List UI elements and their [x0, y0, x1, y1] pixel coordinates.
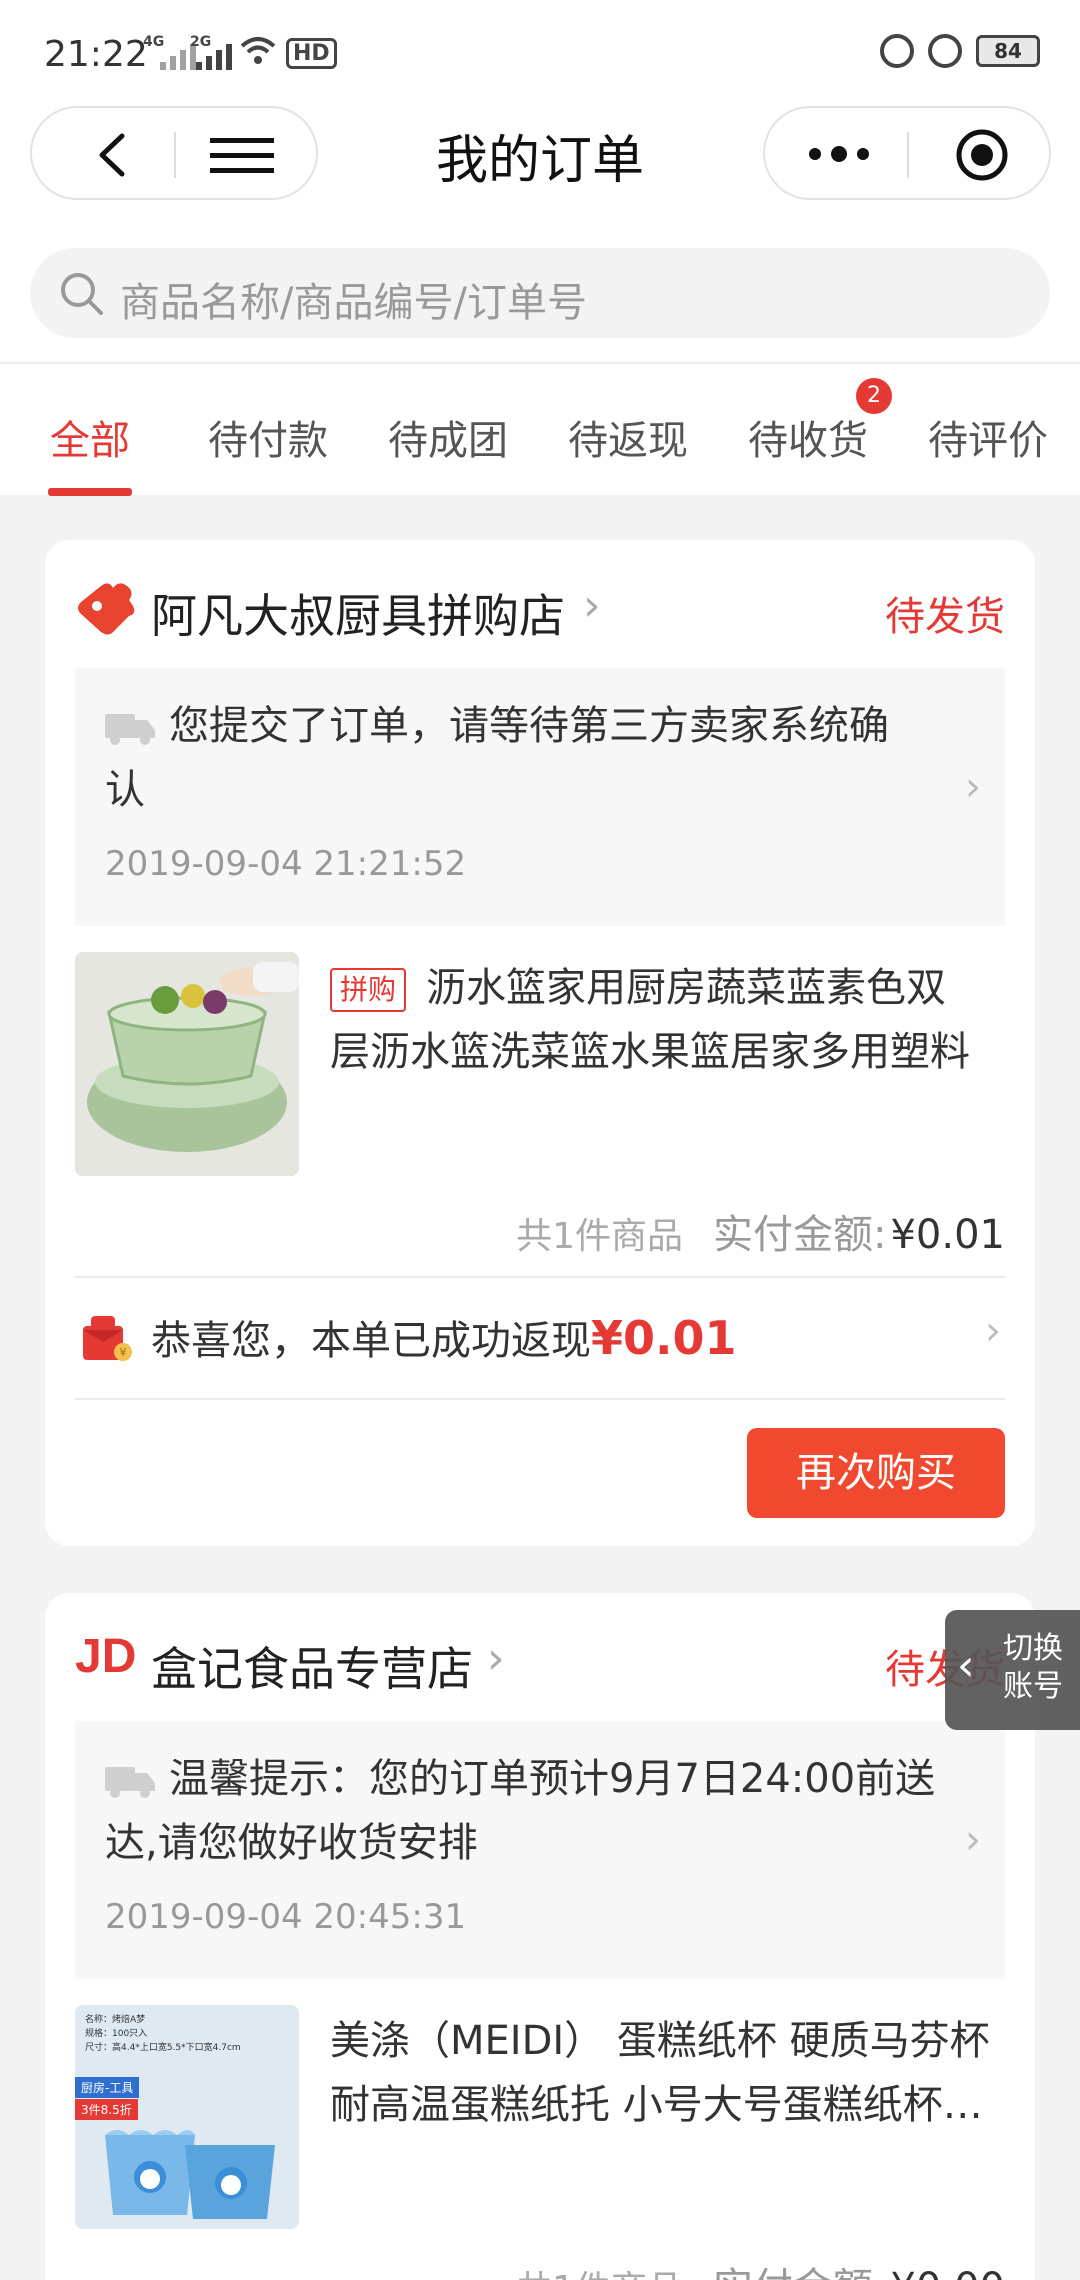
notice-chevron-icon: › [965, 1817, 981, 1863]
lock-rotation-icon [880, 34, 914, 68]
notice-chevron-icon: › [965, 764, 981, 810]
search-icon [61, 273, 103, 315]
switch-account-line1: 切换 [1003, 1631, 1063, 1666]
product-title-line1: 沥水篮家用厨房蔬菜蓝素色双 [426, 965, 947, 1011]
battery-icon: 84 [976, 35, 1040, 67]
buy-again-button[interactable]: 再次购买 [747, 1428, 1005, 1518]
cashback-text: 恭喜您，本单已成功返现¥0.01 [151, 1308, 737, 1366]
tab-badge: 2 [856, 378, 892, 414]
truck-icon [105, 1767, 155, 1798]
notice-timestamp: 2019-09-04 21:21:52 [105, 844, 467, 884]
chevron-left-icon: ‹ [957, 1640, 975, 1691]
group-buy-tag: 拼购 [330, 968, 407, 1012]
cashback-chevron-icon: › [985, 1308, 1001, 1354]
product-title-line2: 耐高温蛋糕纸托 小号大号蛋糕纸杯烘焙 [330, 2082, 1010, 2128]
notice-timestamp: 2019-09-04 20:45:31 [105, 1897, 467, 1937]
notice-text-line2: 达,请您做好收货安排 [105, 1820, 478, 1866]
colander-image-icon [75, 952, 299, 1176]
active-tab-indicator [48, 488, 132, 496]
paid-amount: ¥0.00 [890, 2265, 1005, 2280]
header-area: 21:22 4G 2G HD 84 我的订单 商品名称/商品编号/订单号 全部 … [0, 0, 1080, 496]
order-summary: 共1件商品 实付金额: ¥0.01 [516, 1202, 1005, 1260]
switch-account-button[interactable]: ‹ 切换 账号 [945, 1610, 1080, 1730]
shop-name[interactable]: 盒记食品专营店 [151, 1633, 473, 1699]
alarm-icon [928, 34, 962, 68]
signal-icon-2 [196, 38, 232, 70]
switch-account-line2: 账号 [1003, 1669, 1063, 1704]
order-notice[interactable]: 温馨提示：您的订单预计9月7日24:00前送 达,请您做好收货安排 2019-0… [75, 1721, 1005, 1979]
svg-text:¥: ¥ [120, 1346, 127, 1359]
product-title-line1: 美涤（MEIDI） 蛋糕纸杯 硬质马芬杯 [330, 2018, 990, 2064]
product-image[interactable] [75, 952, 299, 1176]
puzzle-shop-icon [78, 583, 135, 635]
cashback-amount: ¥0.01 [591, 1311, 737, 1365]
order-summary: 共1件商品 实付金额: ¥0.00 [516, 2255, 1005, 2280]
hd-icon: HD [286, 38, 337, 69]
item-count: 共1件商品 [516, 2269, 683, 2280]
cashback-row[interactable]: ¥ 恭喜您，本单已成功返现¥0.01 › [75, 1278, 1005, 1398]
order-tabs: 全部 待付款 待成团 待返现 待收货 2 待评价 [0, 362, 1080, 496]
shop-name[interactable]: 阿凡大叔厨具拼购店 [151, 580, 565, 646]
more-dots-icon[interactable] [807, 144, 871, 164]
notice-text-line1: 温馨提示：您的订单预计9月7日24:00前送 [169, 1756, 936, 1802]
image-label: 名称：烤焙A梦 规格：100只入 尺寸：高4.4*上口宽5.5*下口宽4.7cm [85, 2013, 241, 2055]
item-count: 共1件商品 [516, 1216, 683, 1257]
order-card: 阿凡大叔厨具拼购店 › 待发货 您提交了订单，请等待第三方卖家系统确 认 201… [45, 540, 1035, 1546]
truck-icon [105, 714, 155, 745]
status-time: 21:22 [44, 34, 148, 75]
tab-pending-payment[interactable]: 待付款 [208, 408, 328, 466]
target-circle-icon[interactable] [955, 128, 1009, 182]
switch-account-label: 切换 账号 [1003, 1630, 1063, 1706]
search-input[interactable]: 商品名称/商品编号/订单号 [30, 248, 1050, 338]
product-title[interactable]: 美涤（MEIDI） 蛋糕纸杯 硬质马芬杯 耐高温蛋糕纸托 小号大号蛋糕纸杯烘焙 [330, 2009, 1010, 2137]
wifi-icon [240, 37, 276, 64]
cupcake-cup-icon [105, 2130, 275, 2219]
tab-pending-receipt[interactable]: 待收货 [748, 408, 868, 466]
red-envelope-icon: ¥ [83, 1316, 132, 1361]
status-bar: 21:22 4G 2G HD 84 [0, 0, 1080, 100]
order-notice[interactable]: 您提交了订单，请等待第三方卖家系统确 认 2019-09-04 21:21:52… [75, 668, 1005, 926]
notice-content: 您提交了订单，请等待第三方卖家系统确 认 [105, 694, 955, 822]
order-status: 待发货 [885, 594, 1005, 640]
paid-label: 实付金额: [713, 2265, 886, 2280]
order-card: JD 盒记食品专营店 › 待发货 温馨提示：您的订单预计9月7日24:00前送 … [45, 1593, 1035, 2280]
nav-right-capsule [763, 106, 1051, 200]
image-label-2: 规格：100只入 [85, 2029, 148, 2039]
tab-pending-cashback[interactable]: 待返现 [568, 408, 688, 466]
shop-chevron-icon: › [583, 580, 601, 631]
paid-label: 实付金额: [713, 1212, 887, 1258]
image-badge-1: 厨房-工具 [75, 2077, 140, 2098]
image-label-1: 名称：烤焙A梦 [85, 2015, 146, 2025]
jd-logo-icon: JD [75, 1630, 137, 1683]
cashback-message: 恭喜您，本单已成功返现 [151, 1318, 591, 1364]
search-placeholder: 商品名称/商品编号/订单号 [120, 280, 587, 326]
nav-bar: 我的订单 [0, 100, 1080, 210]
notice-content: 温馨提示：您的订单预计9月7日24:00前送 达,请您做好收货安排 [105, 1747, 955, 1875]
product-title[interactable]: 拼购 沥水篮家用厨房蔬菜蓝素色双 层沥水篮洗菜篮水果篮居家多用塑料 [330, 956, 1010, 1084]
tab-pending-review[interactable]: 待评价 [928, 408, 1048, 466]
tab-pending-group[interactable]: 待成团 [388, 408, 508, 466]
notice-text-line1: 您提交了订单，请等待第三方卖家系统确 [169, 703, 889, 749]
tab-all[interactable]: 全部 [50, 408, 130, 466]
shop-chevron-icon: › [487, 1633, 505, 1684]
notice-text-line2: 认 [105, 767, 145, 813]
product-image[interactable]: 名称：烤焙A梦 规格：100只入 尺寸：高4.4*上口宽5.5*下口宽4.7cm… [75, 2005, 299, 2229]
image-label-3: 尺寸：高4.4*上口宽5.5*下口宽4.7cm [85, 2043, 241, 2053]
paid-amount: ¥0.01 [890, 1212, 1005, 1258]
product-title-line2: 层沥水篮洗菜篮水果篮居家多用塑料 [330, 1029, 970, 1075]
divider [75, 1398, 1005, 1400]
